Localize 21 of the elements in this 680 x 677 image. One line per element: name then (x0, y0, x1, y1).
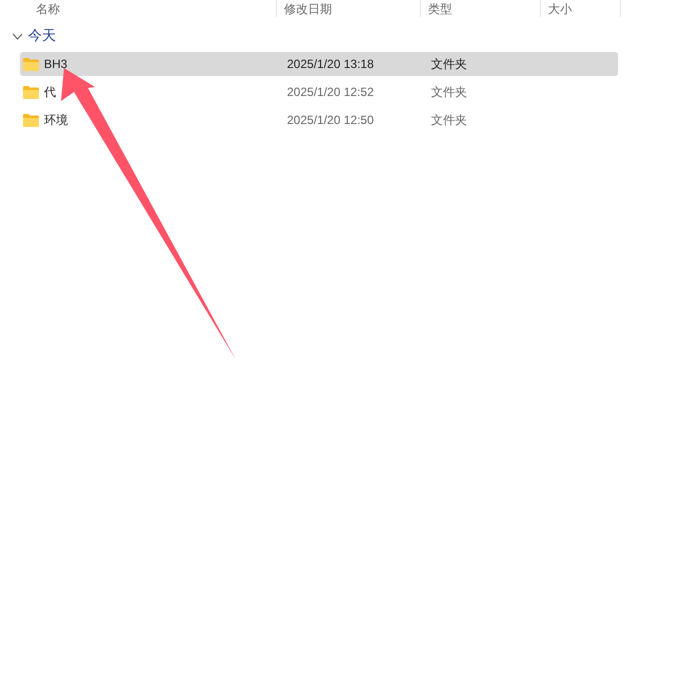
modified-date: 2025/1/20 12:50 (287, 113, 375, 127)
file-row[interactable]: BH3 2025/1/20 13:18 文件夹 (20, 52, 618, 76)
file-name: 环境 (44, 112, 68, 128)
file-type: 文件夹 (431, 112, 467, 128)
file-name: 代 (44, 84, 56, 100)
folder-icon (23, 86, 39, 98)
column-header[interactable]: 名称 (36, 3, 60, 15)
file-row[interactable]: 代 2025/1/20 12:52 文件夹 (20, 80, 618, 104)
folder-icon (23, 58, 39, 70)
file-type: 文件夹 (431, 56, 467, 72)
folder-icon (23, 114, 39, 126)
file-row[interactable]: 环境 2025/1/20 12:50 文件夹 (20, 108, 618, 132)
chevron-icon[interactable] (12, 32, 23, 40)
modified-date: 2025/1/20 13:18 (287, 57, 375, 71)
file-type: 文件夹 (431, 84, 467, 100)
column-header[interactable]: 修改日期 (284, 3, 332, 15)
column-header[interactable]: 大小 (548, 3, 572, 15)
group-heading: 今天 (28, 27, 56, 45)
file-name: BH3 (44, 57, 68, 71)
column-header[interactable]: 类型 (428, 3, 452, 15)
modified-date: 2025/1/20 12:52 (287, 85, 375, 99)
